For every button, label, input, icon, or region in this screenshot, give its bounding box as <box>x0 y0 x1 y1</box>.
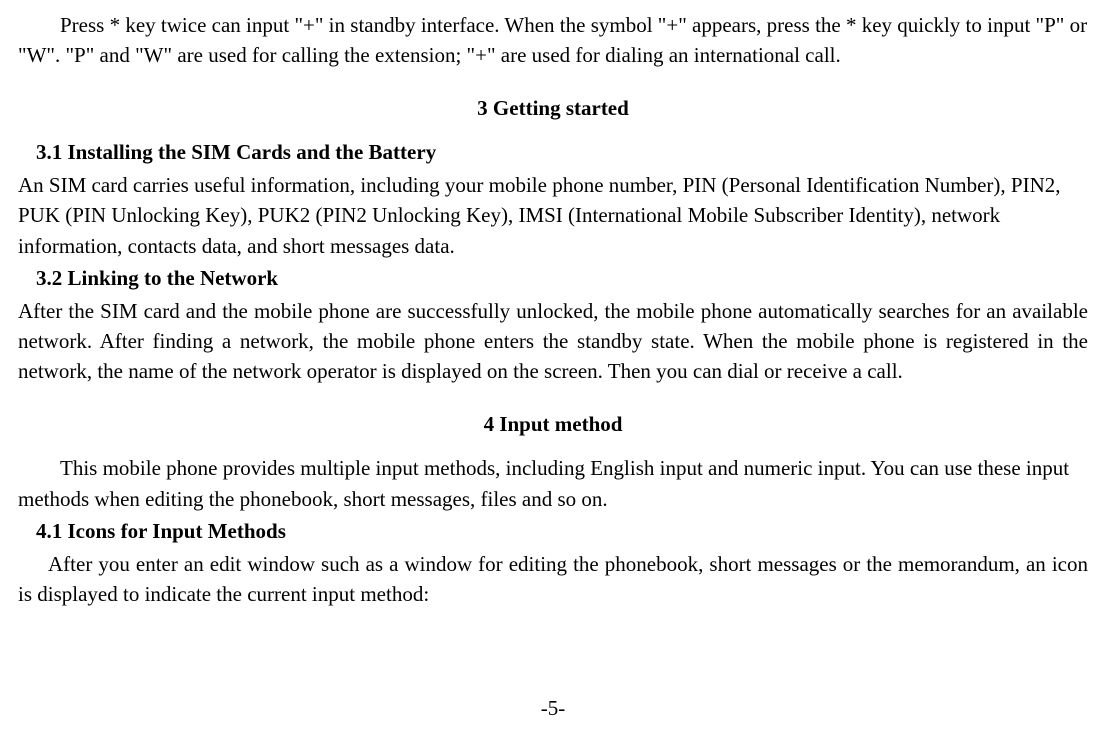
section-4-intro: This mobile phone provides multiple inpu… <box>18 453 1088 514</box>
section-4-title: 4 Input method <box>18 409 1088 439</box>
subsection-3-1-title: 3.1 Installing the SIM Cards and the Bat… <box>18 137 1088 167</box>
intro-paragraph: Press * key twice can input "+" in stand… <box>18 10 1088 71</box>
subsection-4-1-body: After you enter an edit window such as a… <box>18 549 1088 610</box>
subsection-3-2-title: 3.2 Linking to the Network <box>18 263 1088 293</box>
subsection-4-1-title: 4.1 Icons for Input Methods <box>18 516 1088 546</box>
subsection-3-2-body: After the SIM card and the mobile phone … <box>18 296 1088 387</box>
subsection-3-1-body: An SIM card carries useful information, … <box>18 170 1088 261</box>
page-number: -5- <box>0 693 1106 723</box>
section-3-title: 3 Getting started <box>18 93 1088 123</box>
